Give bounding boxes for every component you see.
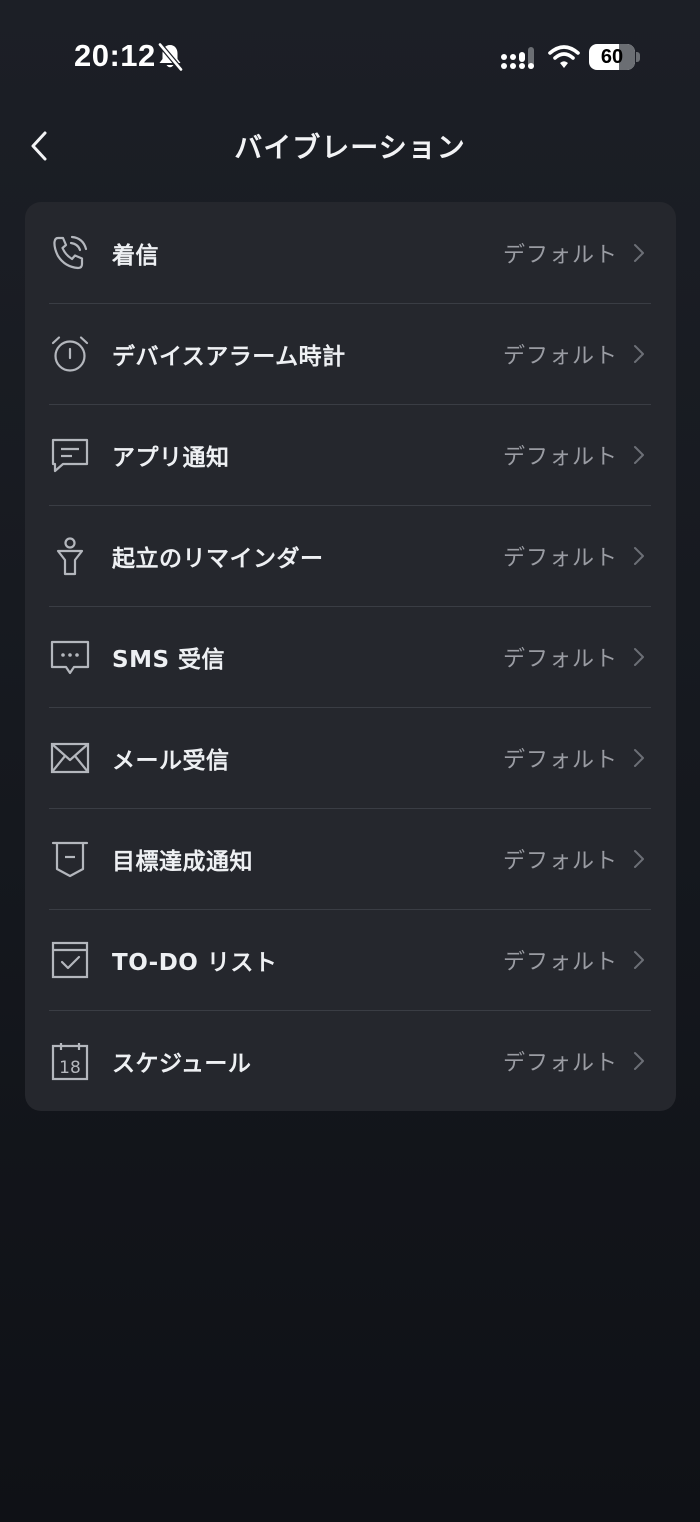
status-time: 20:12 (74, 38, 156, 73)
row-value: デフォルト (502, 242, 618, 268)
chevron-right-icon (634, 344, 644, 363)
row-label: デバイスアラーム時計 (112, 343, 346, 370)
row-label: 着信 (112, 242, 159, 269)
list-item-stand-reminder[interactable]: 起立のリマインダー デフォルト (25, 505, 676, 606)
row-value: デフォルト (502, 1050, 618, 1076)
status-bar: 20:12 60 (0, 0, 700, 100)
wifi-icon (548, 44, 580, 70)
list-item-incoming-call[interactable]: 着信 デフォルト (25, 202, 676, 303)
list-item-app-notifications[interactable]: アプリ通知 デフォルト (25, 404, 676, 505)
row-label: SMS 受信 (112, 646, 226, 673)
list-item-todo[interactable]: TO-DO リスト デフォルト (25, 909, 676, 1010)
list-item-mail[interactable]: メール受信 デフォルト (25, 707, 676, 808)
chevron-right-icon (634, 445, 644, 464)
list-item-sms[interactable]: SMS 受信 デフォルト (25, 606, 676, 707)
row-label: スケジュール (112, 1050, 252, 1077)
row-label: 目標達成通知 (112, 848, 253, 875)
vibration-settings-list: 着信 デフォルト デバイスアラーム時計 デフォルト アプリ通知 デフォルト 起立… (25, 202, 676, 1111)
row-value: デフォルト (502, 848, 618, 874)
row-label: メール受信 (112, 747, 230, 774)
goal-badge-icon (49, 838, 91, 880)
phone-ringing-icon (49, 232, 91, 274)
chevron-right-icon (634, 950, 644, 969)
chevron-right-icon (634, 243, 644, 262)
row-value: デフォルト (502, 545, 618, 571)
chevron-right-icon (634, 647, 644, 666)
chat-bubble-icon (49, 434, 91, 476)
row-label: TO-DO リスト (112, 949, 278, 976)
calendar-date-text: 18 (59, 1058, 81, 1078)
battery-icon: 60 (589, 44, 635, 70)
row-label: アプリ通知 (112, 444, 230, 471)
chevron-right-icon (634, 1051, 644, 1070)
battery-level: 60 (600, 46, 624, 68)
mail-icon (49, 737, 91, 779)
list-item-goal-achieved[interactable]: 目標達成通知 デフォルト (25, 808, 676, 909)
row-label: 起立のリマインダー (112, 545, 324, 572)
row-value: デフォルト (502, 646, 618, 672)
calendar-icon: 18 (49, 1040, 91, 1082)
row-value: デフォルト (502, 747, 618, 773)
chevron-right-icon (634, 748, 644, 767)
row-value: デフォルト (502, 444, 618, 470)
battery-nub (636, 52, 640, 62)
list-item-device-alarm[interactable]: デバイスアラーム時計 デフォルト (25, 303, 676, 404)
page-title: バイブレーション (234, 131, 466, 164)
sms-bubble-icon (49, 636, 91, 678)
list-item-schedule[interactable]: 18 スケジュール デフォルト (25, 1010, 676, 1111)
bell-slash-icon (156, 42, 184, 72)
todo-checkbox-icon (49, 939, 91, 981)
alarm-clock-icon (49, 333, 91, 375)
cellular-signal-icon (500, 46, 538, 70)
standing-person-icon (49, 535, 91, 577)
row-value: デフォルト (502, 343, 618, 369)
chevron-right-icon (634, 849, 644, 868)
row-value: デフォルト (502, 949, 618, 975)
chevron-right-icon (634, 546, 644, 565)
